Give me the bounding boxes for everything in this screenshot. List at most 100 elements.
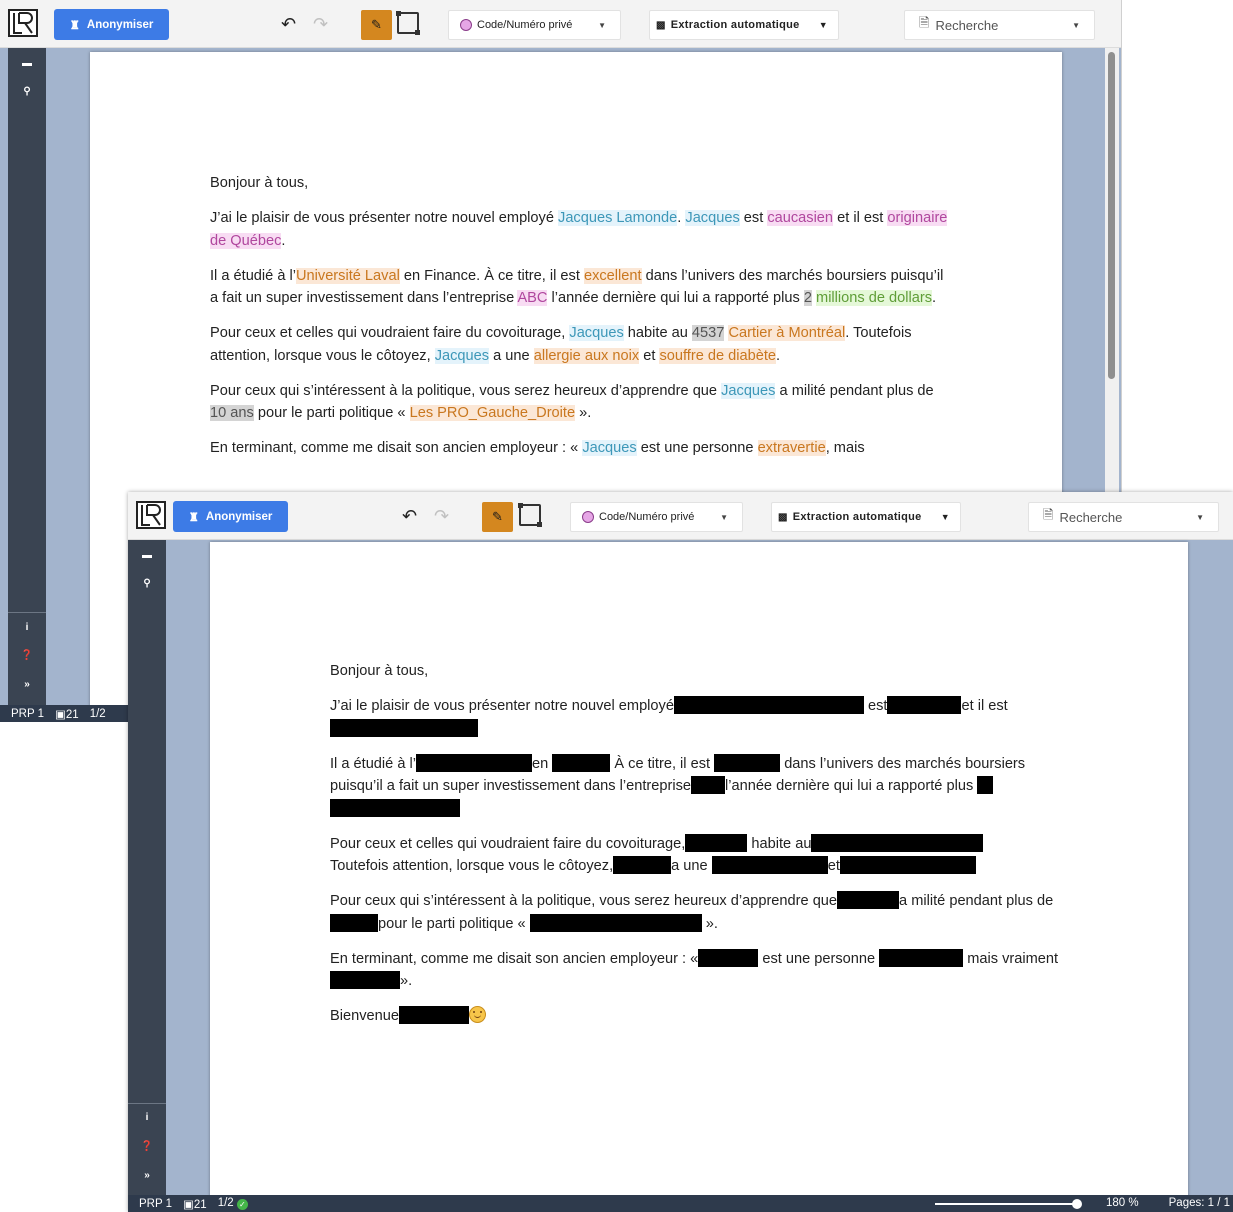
text: J’ai le plaisir de vous présenter notre … [330, 698, 674, 714]
redaction-box[interactable] [698, 948, 759, 967]
search-dropdown[interactable]: 🗎 Recherche ▼ [904, 10, 1095, 40]
text: . [281, 232, 286, 249]
redaction-box[interactable] [416, 753, 532, 772]
redaction-box[interactable] [330, 971, 400, 989]
text: est une personne [762, 950, 876, 967]
redo-icon[interactable]: ↷ [313, 14, 328, 35]
highlight-tool-button[interactable]: ✎ [482, 502, 513, 532]
entity-name[interactable]: Jacques [582, 440, 637, 456]
entity-allergy[interactable]: allergie aux noix [533, 347, 640, 364]
undo-icon[interactable]: ↶ [281, 14, 296, 35]
redo-icon[interactable]: ↷ [434, 506, 449, 527]
search-placeholder: Recherche [935, 17, 999, 33]
entity-name[interactable]: Jacques [569, 325, 624, 341]
help-icon[interactable]: ❓ [8, 650, 46, 661]
redaction-box[interactable] [690, 776, 725, 794]
paragraph: Il a étudié à l’ en À ce titre, il est da… [330, 753, 1070, 821]
text: a une [489, 347, 534, 364]
entity-school[interactable]: Université Laval [296, 267, 400, 284]
entity-party[interactable]: Les PRO_Gauche_Droite [409, 405, 576, 421]
folder-icon[interactable]: ▬ [128, 550, 166, 561]
redaction-box[interactable] [887, 696, 962, 714]
chevron-down-icon: ▼ [1072, 20, 1080, 30]
robot-icon: ▩ [778, 511, 788, 523]
anonymize-button[interactable]: ♜ Anonymiser [54, 9, 169, 40]
entity-trait[interactable]: excellent [583, 267, 642, 284]
highlight-tool-button[interactable]: ✎ [361, 10, 392, 40]
redaction-box[interactable] [330, 913, 378, 932]
prp-indicator: PRP 1 [11, 707, 45, 720]
entity-amount[interactable]: millions de dollars [816, 290, 933, 306]
entity-civic-number[interactable]: 4537 [691, 325, 725, 341]
redaction-box[interactable] [398, 1006, 469, 1024]
help-icon[interactable]: ❓ [128, 1141, 166, 1152]
search-dropdown[interactable]: 🗎 Recherche ▼ [1028, 502, 1219, 532]
search-placeholder: Recherche [1059, 509, 1123, 525]
text: est [868, 698, 888, 714]
status-bar: PRP 1 ▣21 1/2 ✓ 180 % Pages: 1 / 1 [128, 1195, 1233, 1212]
entity-trait[interactable]: extravertie [757, 440, 826, 456]
redaction-box[interactable] [673, 696, 864, 714]
progress-fraction: 1/2 ✓ [218, 1197, 248, 1210]
redaction-box[interactable] [977, 776, 994, 794]
box-select-icon[interactable] [396, 11, 420, 35]
search-doc-icon: 🗎 [919, 15, 930, 30]
category-label: Code/Numéro privé [477, 19, 573, 31]
paragraph: En terminant, comme me disait son ancien… [210, 437, 950, 460]
redaction-box[interactable] [837, 891, 900, 909]
robot-icon: ▩ [656, 19, 666, 31]
folder-icon[interactable]: ▬ [8, 58, 46, 69]
anonymize-button[interactable]: ♜ Anonymiser [173, 501, 288, 532]
search-icon[interactable]: ⚲ [128, 578, 166, 589]
caret-down-icon: ▼ [818, 20, 828, 30]
entity-number[interactable]: 2 [803, 290, 812, 306]
entity-name[interactable]: Jacques [721, 382, 776, 399]
paragraph: En terminant, comme me disait son ancien… [330, 948, 1070, 993]
redaction-box[interactable] [879, 948, 964, 967]
text: pour le parti politique « [253, 405, 410, 421]
entity-duration[interactable]: 10 ans [210, 405, 254, 421]
pen-icon: ✎ [371, 17, 382, 32]
extraction-dropdown[interactable]: ▩ Extraction automatique ▼ [771, 502, 961, 532]
redaction-box[interactable] [685, 833, 748, 852]
redaction-box[interactable] [839, 856, 976, 874]
expand-icon[interactable]: » [8, 679, 46, 690]
text: a une [671, 858, 708, 874]
entity-name[interactable]: Jacques Lamonde [558, 210, 678, 226]
box-select-icon[interactable] [518, 503, 542, 527]
redaction-box[interactable] [811, 833, 984, 852]
entity-count-value: 21 [65, 708, 79, 721]
category-dropdown[interactable]: Code/Numéro privé ▼ [570, 502, 743, 532]
sidebar: ▬ ⚲ i ❓ » [128, 540, 166, 1212]
category-label: Code/Numéro privé [599, 511, 695, 523]
text: Pour ceux et celles qui voudraient faire… [210, 325, 570, 341]
search-icon[interactable]: ⚲ [8, 86, 46, 97]
zoom-slider[interactable] [935, 1203, 1078, 1205]
redaction-box[interactable] [711, 856, 828, 874]
expand-icon[interactable]: » [128, 1170, 166, 1181]
sidebar-divider [8, 612, 46, 613]
info-icon[interactable]: i [128, 1112, 166, 1123]
extraction-dropdown[interactable]: ▩ Extraction automatique ▼ [649, 10, 839, 40]
zoom-slider-handle[interactable] [1072, 1199, 1082, 1209]
paragraph: Bonjour à tous, [210, 172, 950, 195]
entity-name[interactable]: Jacques [685, 210, 740, 226]
redaction-box[interactable] [529, 913, 702, 932]
redaction-box[interactable] [552, 753, 611, 772]
redaction-box[interactable] [330, 718, 478, 737]
info-icon[interactable]: i [8, 622, 46, 633]
text: mais vraiment [967, 950, 1059, 967]
category-dropdown[interactable]: Code/Numéro privé ▼ [448, 10, 621, 40]
redaction-box[interactable] [613, 856, 672, 874]
entity-ethnicity[interactable]: caucasien [767, 210, 834, 226]
entity-name[interactable]: Jacques [434, 347, 490, 364]
undo-icon[interactable]: ↶ [402, 506, 417, 527]
entity-disease[interactable]: souffre de diabète [659, 347, 777, 364]
redaction-box[interactable] [714, 753, 781, 772]
entity-company[interactable]: ABC [517, 290, 548, 306]
app-logo [136, 501, 166, 529]
entity-address[interactable]: Cartier à Montréal [728, 325, 846, 341]
redaction-box[interactable] [330, 798, 460, 817]
scrollbar-thumb[interactable] [1108, 52, 1115, 379]
text: ». [705, 915, 718, 932]
